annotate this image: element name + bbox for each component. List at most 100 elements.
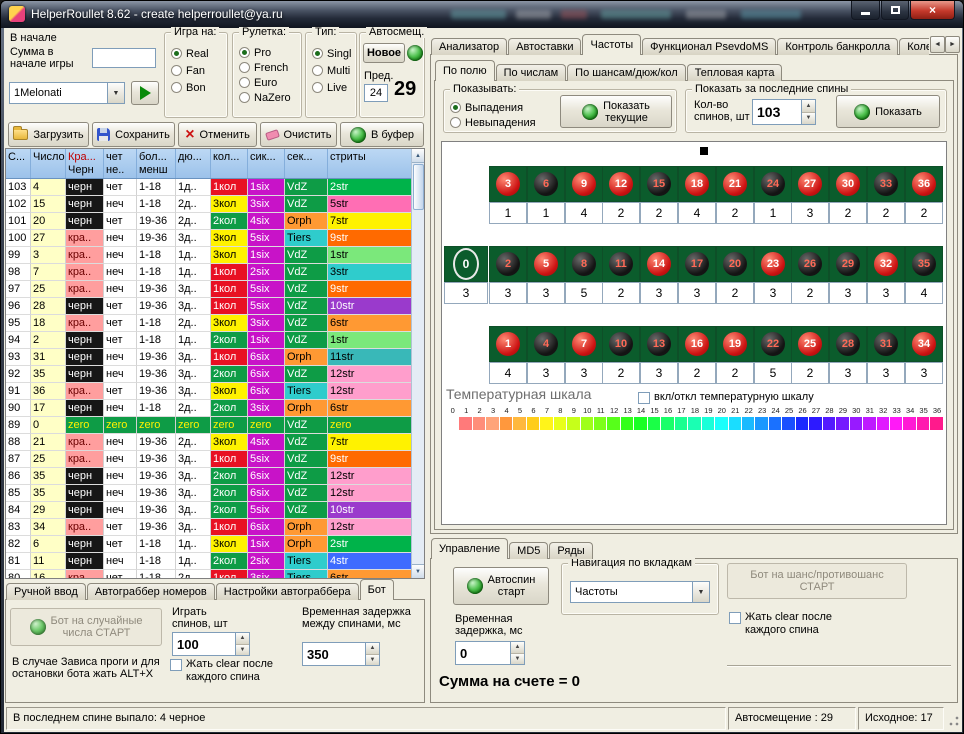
table-row[interactable]: 8111черннеч1-181д..2кол2sixTiers4str	[6, 553, 412, 570]
field-number-cell[interactable]: 30	[829, 166, 867, 202]
field-number-cell[interactable]: 22	[754, 326, 792, 362]
to-buffer-button[interactable]: В буфер	[340, 122, 424, 147]
field-number-cell[interactable]: 5	[527, 246, 565, 282]
last-spins-input[interactable]	[753, 100, 801, 124]
tab-контроль-банкролла[interactable]: Контроль банкролла	[777, 38, 898, 55]
field-number-cell[interactable]: 28	[829, 326, 867, 362]
scrollbar-thumb[interactable]	[413, 164, 424, 210]
spin-delay-input[interactable]	[303, 643, 365, 665]
show-current-button[interactable]: Показать текущие	[560, 95, 672, 128]
field-number-cell[interactable]: 23	[754, 246, 792, 282]
close-button[interactable]: ×	[910, 1, 955, 20]
field-number-cell[interactable]: 16	[678, 326, 716, 362]
chevron-down-icon[interactable]: ▼	[107, 83, 124, 103]
increment-icon[interactable]: ▲	[802, 100, 815, 113]
tab-автограббер-номеров[interactable]: Автограббер номеров	[87, 583, 215, 600]
field-number-cell[interactable]: 18	[678, 166, 716, 202]
load-button[interactable]: Загрузить	[8, 122, 89, 147]
radio-live[interactable]: Live	[312, 79, 354, 96]
new-autoshift-button[interactable]: Новое	[363, 43, 405, 63]
field-number-cell[interactable]: 34	[905, 326, 943, 362]
radio-singl[interactable]: Singl	[312, 45, 354, 62]
field-number-cell[interactable]: 20	[716, 246, 754, 282]
field-number-cell[interactable]: 33	[867, 166, 905, 202]
clear-after-spin-checkbox[interactable]: Жать clear после каждого спина	[170, 658, 273, 684]
spins-count-input[interactable]	[173, 633, 235, 655]
field-number-cell[interactable]: 9	[565, 166, 603, 202]
field-number-cell[interactable]: 27	[791, 166, 829, 202]
column-header[interactable]: Кра...Черн	[66, 149, 104, 178]
field-number-cell[interactable]: 32	[867, 246, 905, 282]
play-button[interactable]	[131, 81, 159, 105]
radio-fan[interactable]: Fan	[171, 62, 225, 79]
table-row[interactable]: 8725кра..неч19-363д..1кол5sixVdZ9str	[6, 451, 412, 468]
spins-count-stepper[interactable]: ▲ ▼	[172, 632, 250, 656]
minimize-button[interactable]	[851, 1, 880, 20]
radio-real[interactable]: Real	[171, 45, 225, 62]
tab-по-числам[interactable]: По числам	[496, 64, 567, 81]
field-number-cell[interactable]: 8	[565, 246, 603, 282]
field-number-cell[interactable]: 10	[602, 326, 640, 362]
tab-управление[interactable]: Управление	[431, 538, 508, 559]
table-row[interactable]: 9235черннеч19-363д..2кол6sixVdZ12str	[6, 366, 412, 383]
column-header[interactable]: сик...	[248, 149, 285, 178]
increment-icon[interactable]: ▲	[511, 642, 524, 654]
column-header[interactable]: дю...	[176, 149, 211, 178]
table-row[interactable]: 9725кра..неч19-363д..1кол5sixVdZ9str	[6, 281, 412, 298]
table-row[interactable]: 1034чернчет1-181д..1кол1sixVdZ2str	[6, 179, 412, 196]
field-number-cell[interactable]: 4	[527, 326, 565, 362]
column-header[interactable]: стриты	[328, 149, 412, 178]
table-row[interactable]: 993кра..неч1-181д..3кол1sixVdZ1str	[6, 247, 412, 264]
titlebar[interactable]: HelperRoullet 8.62 - create helperroulle…	[1, 1, 963, 28]
chevron-down-icon[interactable]: ▼	[692, 582, 709, 602]
table-scrollbar[interactable]: ▲ ▼	[411, 149, 424, 578]
table-row[interactable]: 9136кра..чет19-363д..3кол6sixTiers12str	[6, 383, 412, 400]
radio-bon[interactable]: Bon	[171, 79, 225, 96]
table-row[interactable]: 10215черннеч1-182д..3кол3sixVdZ5str	[6, 196, 412, 213]
control-clear-checkbox[interactable]: Жать clear после каждого спина	[729, 611, 832, 637]
tab-scroll-left-icon[interactable]: ◄	[930, 36, 945, 53]
increment-icon[interactable]: ▲	[366, 643, 379, 655]
table-row[interactable]: 10120чернчет19-362д..2кол4sixOrph7str	[6, 213, 412, 230]
decrement-icon[interactable]: ▼	[802, 113, 815, 125]
spin-delay-stepper[interactable]: ▲ ▼	[302, 642, 380, 666]
column-header[interactable]: четне..	[104, 149, 137, 178]
tab-автоставки[interactable]: Автоставки	[508, 38, 581, 55]
field-number-cell[interactable]: 6	[527, 166, 565, 202]
field-number-cell[interactable]: 21	[716, 166, 754, 202]
radio-pro[interactable]: Pro	[239, 45, 299, 60]
column-header[interactable]: Число	[31, 149, 66, 178]
decrement-icon[interactable]: ▼	[236, 645, 249, 656]
column-header[interactable]: бол...менш	[137, 149, 176, 178]
maximize-button[interactable]	[881, 1, 909, 20]
table-row[interactable]: 8535черннеч19-363д..2кол6sixVdZ12str	[6, 485, 412, 502]
table-row[interactable]: 8016кра..чет1-182д..1кол3sixTiers6str	[6, 570, 412, 579]
autospin-start-button[interactable]: Автоспин старт	[453, 567, 549, 605]
radio-nazero[interactable]: NaZero	[239, 90, 299, 105]
increment-icon[interactable]: ▲	[236, 633, 249, 645]
field-number-cell[interactable]: 3	[489, 166, 527, 202]
table-row[interactable]: 942чернчет1-181д..2кол1sixVdZ1str	[6, 332, 412, 349]
radio-multi[interactable]: Multi	[312, 62, 354, 79]
field-number-cell[interactable]: 29	[829, 246, 867, 282]
show-button[interactable]: Показать	[836, 95, 940, 128]
table-row[interactable]: 8334кра..чет19-363д..1кол6sixOrph12str	[6, 519, 412, 536]
prev-shift-input[interactable]	[364, 84, 388, 102]
table-row[interactable]: 9331черннеч19-363д..1кол6sixOrph11str	[6, 349, 412, 366]
tab-бот[interactable]: Бот	[360, 579, 394, 600]
tab-функционал-psevdoms[interactable]: Функционал PsevdoMS	[642, 38, 776, 55]
control-delay-input[interactable]	[456, 642, 510, 664]
tab-по-шансам-дюж-кол[interactable]: По шансам/дюж/кол	[567, 64, 686, 81]
tab-частоты[interactable]: Частоты	[582, 34, 641, 55]
last-spins-stepper[interactable]: ▲ ▼	[752, 99, 816, 125]
table-row[interactable]: 9518кра..чет1-182д..3кол3sixVdZ6str	[6, 315, 412, 332]
table-row[interactable]: 9017черннеч1-182д..2кол3sixOrph6str	[6, 400, 412, 417]
field-number-cell[interactable]: 19	[716, 326, 754, 362]
tab-настройки-автограббера[interactable]: Настройки автограббера	[216, 583, 359, 600]
table-row[interactable]: 8429черннеч19-363д..2кол5sixVdZ10str	[6, 502, 412, 519]
tab-navigation-combobox[interactable]: Частоты ▼	[570, 581, 710, 603]
field-number-cell[interactable]: 36	[905, 166, 943, 202]
chance-bot-button[interactable]: Бот на шанс/противошанс СТАРТ	[727, 563, 907, 599]
preset-combobox[interactable]: 1Melonati ▼	[9, 82, 125, 104]
column-header[interactable]: кол...	[211, 149, 248, 178]
